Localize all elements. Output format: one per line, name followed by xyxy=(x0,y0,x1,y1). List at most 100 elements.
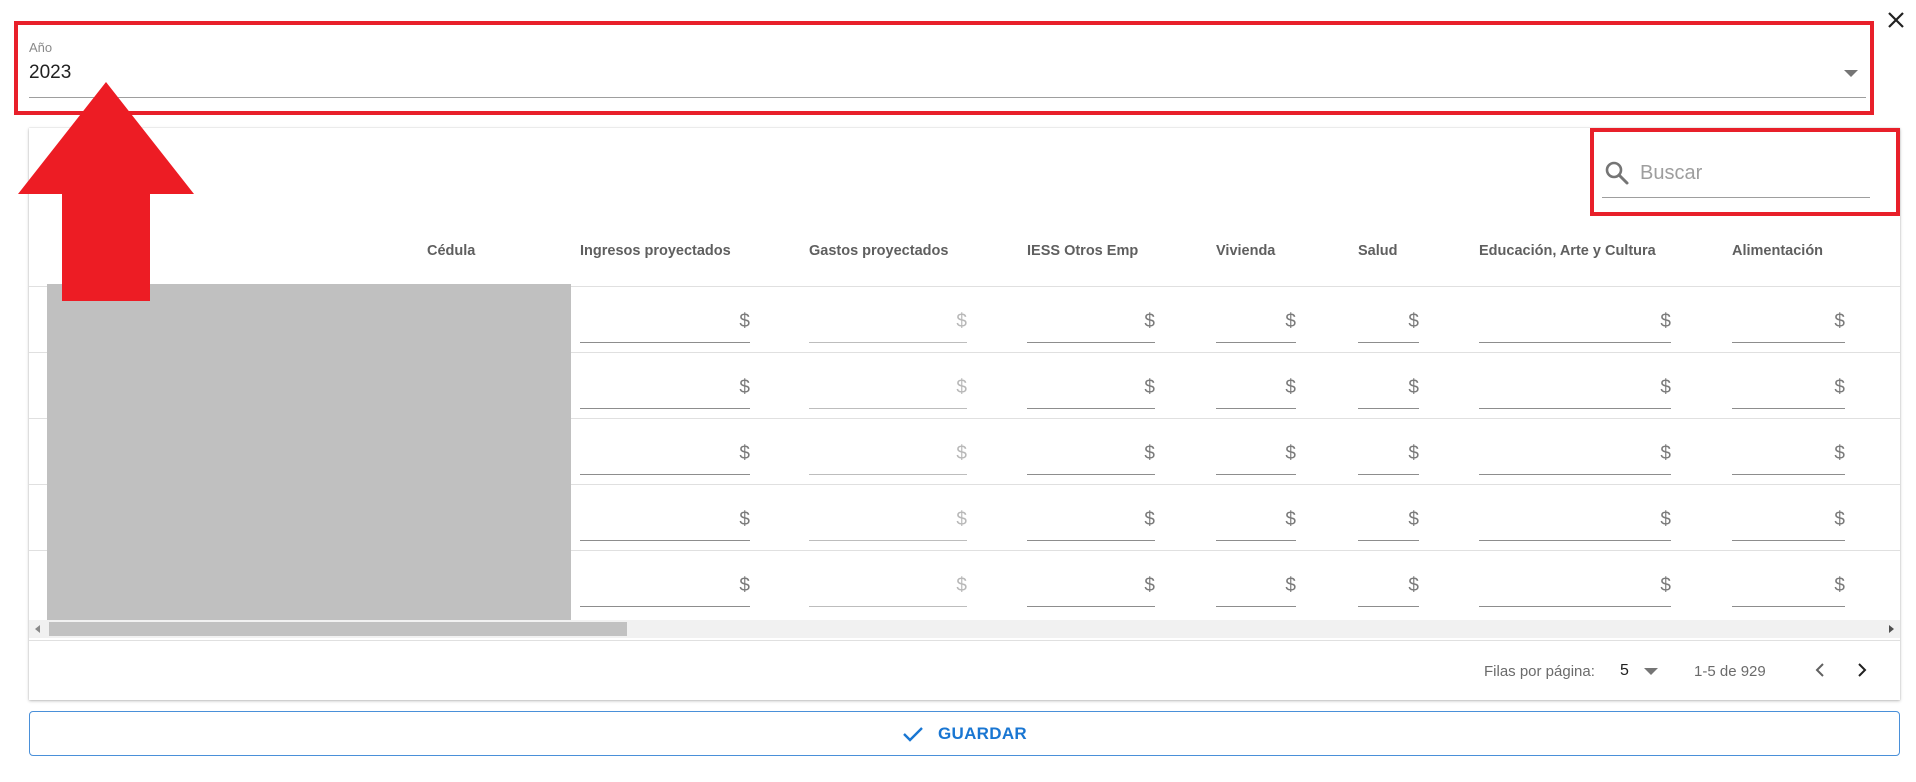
currency-symbol: $ xyxy=(1408,509,1419,530)
currency-symbol: $ xyxy=(1144,509,1155,530)
rows-per-page-select[interactable]: 5 xyxy=(1620,658,1664,684)
currency-symbol: $ xyxy=(1660,377,1671,398)
input-vivienda[interactable]: $ xyxy=(1216,503,1296,541)
scroll-left-arrow-icon[interactable] xyxy=(35,625,40,633)
input-educacion[interactable]: $ xyxy=(1479,503,1671,541)
column-header-alimentacion[interactable]: Alimentación xyxy=(1732,243,1823,259)
check-icon xyxy=(903,726,923,742)
currency-symbol: $ xyxy=(956,377,967,398)
arrow-up-icon xyxy=(18,82,194,301)
currency-symbol: $ xyxy=(739,509,750,530)
currency-symbol: $ xyxy=(739,377,750,398)
currency-symbol: $ xyxy=(1660,509,1671,530)
input-gastos[interactable]: $ xyxy=(809,503,967,541)
input-vivienda[interactable]: $ xyxy=(1216,371,1296,409)
input-iess[interactable]: $ xyxy=(1027,437,1155,475)
currency-symbol: $ xyxy=(1660,575,1671,596)
input-iess[interactable]: $ xyxy=(1027,371,1155,409)
close-icon xyxy=(1888,12,1904,28)
currency-symbol: $ xyxy=(1660,311,1671,332)
footer-divider xyxy=(29,640,1900,641)
column-header-gastos[interactable]: Gastos proyectados xyxy=(809,243,948,259)
input-iess[interactable]: $ xyxy=(1027,503,1155,541)
input-alimentacion[interactable]: $ xyxy=(1732,437,1845,475)
horizontal-scrollbar[interactable] xyxy=(29,620,1900,638)
currency-symbol: $ xyxy=(1144,311,1155,332)
currency-symbol: $ xyxy=(956,575,967,596)
currency-symbol: $ xyxy=(956,311,967,332)
input-iess[interactable]: $ xyxy=(1027,305,1155,343)
currency-symbol: $ xyxy=(1834,575,1845,596)
column-header-vivienda[interactable]: Vivienda xyxy=(1216,243,1275,259)
currency-symbol: $ xyxy=(739,443,750,464)
next-page-button[interactable] xyxy=(1848,656,1876,684)
search-icon xyxy=(1605,161,1629,185)
year-value: 2023 xyxy=(29,62,72,83)
input-ingresos[interactable]: $ xyxy=(580,437,750,475)
input-educacion[interactable]: $ xyxy=(1479,437,1671,475)
currency-symbol: $ xyxy=(1144,377,1155,398)
currency-symbol: $ xyxy=(1285,377,1296,398)
currency-symbol: $ xyxy=(1285,575,1296,596)
input-salud[interactable]: $ xyxy=(1358,503,1419,541)
scroll-right-arrow-icon[interactable] xyxy=(1889,625,1894,633)
currency-symbol: $ xyxy=(1285,311,1296,332)
year-underline xyxy=(29,97,1866,98)
input-vivienda[interactable]: $ xyxy=(1216,305,1296,343)
redacted-area xyxy=(47,284,571,638)
scrollbar-thumb[interactable] xyxy=(49,622,627,636)
currency-symbol: $ xyxy=(1834,377,1845,398)
input-salud[interactable]: $ xyxy=(1358,569,1419,607)
input-ingresos[interactable]: $ xyxy=(580,305,750,343)
year-label: Año xyxy=(29,40,53,55)
currency-symbol: $ xyxy=(1834,311,1845,332)
column-header-cedula[interactable]: Cédula xyxy=(427,243,475,259)
currency-symbol: $ xyxy=(956,509,967,530)
pagination-range: 1-5 de 929 xyxy=(1694,663,1766,680)
close-button[interactable] xyxy=(1882,6,1910,34)
input-ingresos[interactable]: $ xyxy=(580,503,750,541)
currency-symbol: $ xyxy=(1408,443,1419,464)
column-header-iess[interactable]: IESS Otros Emp xyxy=(1027,243,1138,259)
currency-symbol: $ xyxy=(1408,311,1419,332)
search-field[interactable] xyxy=(1602,152,1870,198)
search-input[interactable] xyxy=(1638,158,1866,188)
input-educacion[interactable]: $ xyxy=(1479,569,1671,607)
previous-page-button[interactable] xyxy=(1806,656,1834,684)
input-alimentacion[interactable]: $ xyxy=(1732,503,1845,541)
input-salud[interactable]: $ xyxy=(1358,371,1419,409)
input-educacion[interactable]: $ xyxy=(1479,305,1671,343)
currency-symbol: $ xyxy=(1408,575,1419,596)
input-gastos[interactable]: $ xyxy=(809,569,967,607)
input-gastos[interactable]: $ xyxy=(809,371,967,409)
input-vivienda[interactable]: $ xyxy=(1216,437,1296,475)
chevron-right-icon xyxy=(1858,663,1867,677)
input-salud[interactable]: $ xyxy=(1358,437,1419,475)
currency-symbol: $ xyxy=(1408,377,1419,398)
currency-symbol: $ xyxy=(956,443,967,464)
currency-symbol: $ xyxy=(1144,575,1155,596)
currency-symbol: $ xyxy=(1285,443,1296,464)
save-button[interactable]: GUARDAR xyxy=(29,711,1900,756)
input-ingresos[interactable]: $ xyxy=(580,371,750,409)
input-educacion[interactable]: $ xyxy=(1479,371,1671,409)
year-select[interactable]: Año 2023 xyxy=(29,38,1866,98)
column-header-educacion[interactable]: Educación, Arte y Cultura xyxy=(1479,243,1656,259)
input-vivienda[interactable]: $ xyxy=(1216,569,1296,607)
input-gastos[interactable]: $ xyxy=(809,437,967,475)
input-salud[interactable]: $ xyxy=(1358,305,1419,343)
input-alimentacion[interactable]: $ xyxy=(1732,569,1845,607)
currency-symbol: $ xyxy=(1144,443,1155,464)
search-underline xyxy=(1602,197,1870,198)
input-alimentacion[interactable]: $ xyxy=(1732,371,1845,409)
chevron-left-icon xyxy=(1815,663,1824,677)
currency-symbol: $ xyxy=(1834,443,1845,464)
currency-symbol: $ xyxy=(1285,509,1296,530)
input-iess[interactable]: $ xyxy=(1027,569,1155,607)
input-ingresos[interactable]: $ xyxy=(580,569,750,607)
input-gastos[interactable]: $ xyxy=(809,305,967,343)
column-header-ingresos[interactable]: Ingresos proyectados xyxy=(580,243,731,259)
chevron-down-icon xyxy=(1844,70,1858,77)
input-alimentacion[interactable]: $ xyxy=(1732,305,1845,343)
column-header-salud[interactable]: Salud xyxy=(1358,243,1397,259)
